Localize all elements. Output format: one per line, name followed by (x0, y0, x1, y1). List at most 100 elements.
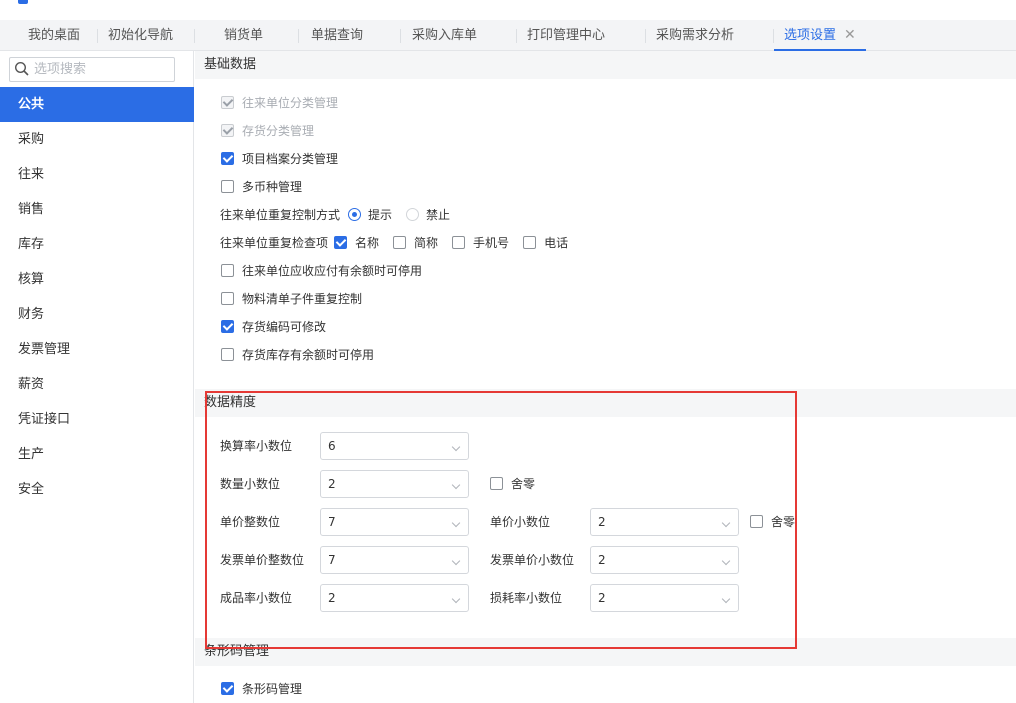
tab-purchase-inbound[interactable]: 采购入库单 (412, 20, 477, 51)
sidebar-item-security[interactable]: 安全 (0, 472, 194, 507)
qty-decimals-select[interactable]: 2 (320, 470, 469, 498)
stock-disable-checkbox[interactable] (221, 348, 234, 361)
project-class-label: 项目档案分类管理 (242, 152, 339, 166)
chevron-down-icon (721, 518, 731, 528)
sidebar: 公共 采购 往来 销售 库存 核算 财务 发票管理 薪资 凭证接口 生产 安全 (0, 51, 194, 703)
inv-price-decimals-value: 2 (598, 553, 606, 567)
tab-doc-query[interactable]: 单据查询 (311, 20, 363, 51)
tab-bar: 我的桌面 初始化导航 销货单 单据查询 采购入库单 打印管理中心 采购需求分析 … (0, 20, 1016, 51)
chevron-down-icon (451, 518, 461, 528)
dup-check-label: 往来单位重复检查项 (220, 236, 329, 250)
partner-class-checkbox (221, 96, 234, 109)
option-dup-check-items: 往来单位重复检查项 名称 简称 手机号 电话 (220, 234, 568, 252)
sidebar-item-voucher[interactable]: 凭证接口 (0, 402, 194, 437)
options-panel: 基础数据 往来单位分类管理 存货分类管理 项目档案分类管理 多币种管理 往来单位… (195, 51, 1016, 703)
dup-mode-label: 往来单位重复控制方式 (220, 208, 341, 222)
tab-separator (645, 29, 646, 43)
price-int-select[interactable]: 7 (320, 508, 469, 536)
close-icon[interactable]: ✕ (844, 27, 856, 43)
sidebar-item-inventory[interactable]: 库存 (0, 227, 194, 262)
tab-sales-order[interactable]: 销货单 (224, 20, 263, 51)
qty-decimals-value: 2 (328, 477, 336, 491)
partner-disable-checkbox[interactable] (221, 264, 234, 277)
bom-dup-checkbox[interactable] (221, 292, 234, 305)
bom-dup-label: 物料清单子件重复控制 (242, 292, 363, 306)
tab-separator (516, 29, 517, 43)
section-precision-title: 数据精度 (195, 389, 1016, 417)
rate-decimals-select[interactable]: 6 (320, 432, 469, 460)
sidebar-item-production[interactable]: 生产 (0, 437, 194, 472)
stock-class-label: 存货分类管理 (242, 124, 315, 138)
yield-decimals-label: 成品率小数位 (220, 591, 293, 605)
option-bom-dup: 物料清单子件重复控制 (221, 290, 362, 308)
stock-code-edit-checkbox[interactable] (221, 320, 234, 333)
section-basic-data-title: 基础数据 (195, 51, 1016, 79)
price-round-checkbox[interactable] (750, 515, 763, 528)
chevron-down-icon (721, 594, 731, 604)
chevron-down-icon (451, 594, 461, 604)
sidebar-item-accounting[interactable]: 核算 (0, 262, 194, 297)
price-decimals-select[interactable]: 2 (590, 508, 739, 536)
top-header-strip (0, 0, 1016, 20)
sidebar-item-invoice[interactable]: 发票管理 (0, 332, 194, 367)
yield-decimals-select[interactable]: 2 (320, 584, 469, 612)
rate-decimals-value: 6 (328, 439, 336, 453)
price-round-label: 舍零 (771, 515, 796, 529)
option-partner-disable: 往来单位应收应付有余额时可停用 (221, 262, 422, 280)
tab-purchase-analysis[interactable]: 采购需求分析 (656, 20, 734, 51)
project-class-checkbox[interactable] (221, 152, 234, 165)
tab-separator (194, 29, 195, 43)
qty-decimals-label: 数量小数位 (220, 477, 281, 491)
sidebar-item-sales[interactable]: 销售 (0, 192, 194, 227)
section-barcode-title: 条形码管理 (195, 638, 1016, 666)
loss-decimals-label: 损耗率小数位 (490, 591, 563, 605)
chevron-down-icon (451, 556, 461, 566)
dup-check-name-checkbox[interactable] (334, 236, 348, 249)
rate-decimals-label: 换算率小数位 (220, 439, 293, 453)
barcode-checkbox[interactable] (221, 682, 234, 695)
tab-options-settings[interactable]: 选项设置 ✕ (774, 20, 866, 51)
option-multi-currency: 多币种管理 (221, 178, 302, 196)
stock-class-checkbox (221, 124, 234, 137)
barcode-label: 条形码管理 (242, 682, 303, 696)
stock-code-edit-label: 存货编码可修改 (242, 320, 327, 334)
multi-currency-checkbox[interactable] (221, 180, 234, 193)
sidebar-item-partner[interactable]: 往来 (0, 157, 194, 192)
dup-check-name-label: 名称 (355, 236, 380, 250)
dup-mode-forbid-label: 禁止 (426, 208, 451, 222)
tab-separator (97, 29, 98, 43)
option-stock-class: 存货分类管理 (221, 122, 314, 140)
dup-check-short-checkbox[interactable] (393, 236, 407, 249)
tab-my-desktop[interactable]: 我的桌面 (28, 20, 80, 51)
dup-check-tel-checkbox[interactable] (523, 236, 537, 249)
sidebar-item-purchase[interactable]: 采购 (0, 122, 194, 157)
price-decimals-label: 单价小数位 (490, 515, 551, 529)
tab-init-nav[interactable]: 初始化导航 (108, 20, 173, 51)
qty-round-checkbox[interactable] (490, 477, 503, 490)
option-stock-disable: 存货库存有余额时可停用 (221, 346, 374, 364)
loss-decimals-select[interactable]: 2 (590, 584, 739, 612)
dup-check-tel-label: 电话 (544, 236, 569, 250)
option-barcode: 条形码管理 (221, 680, 302, 698)
partner-disable-label: 往来单位应收应付有余额时可停用 (242, 264, 423, 278)
inv-price-decimals-select[interactable]: 2 (590, 546, 739, 574)
dup-mode-forbid-radio[interactable] (406, 208, 420, 221)
inv-price-int-label: 发票单价整数位 (220, 553, 305, 567)
tab-options-settings-label: 选项设置 (784, 28, 837, 43)
partner-class-label: 往来单位分类管理 (242, 96, 339, 110)
multi-currency-label: 多币种管理 (242, 180, 303, 194)
tab-print-center[interactable]: 打印管理中心 (527, 20, 605, 51)
dup-mode-prompt-radio[interactable] (348, 208, 362, 221)
option-dup-control-mode: 往来单位重复控制方式 提示 禁止 (220, 206, 450, 224)
sidebar-item-payroll[interactable]: 薪资 (0, 367, 194, 402)
dup-check-phone-checkbox[interactable] (452, 236, 466, 249)
yield-decimals-value: 2 (328, 591, 336, 605)
sidebar-item-finance[interactable]: 财务 (0, 297, 194, 332)
stock-disable-label: 存货库存有余额时可停用 (242, 348, 375, 362)
search-input[interactable] (34, 60, 170, 79)
qty-round-label: 舍零 (511, 477, 536, 491)
dup-mode-prompt-label: 提示 (368, 208, 393, 222)
inv-price-int-select[interactable]: 7 (320, 546, 469, 574)
chevron-down-icon (451, 442, 461, 452)
sidebar-item-common[interactable]: 公共 (0, 87, 194, 122)
